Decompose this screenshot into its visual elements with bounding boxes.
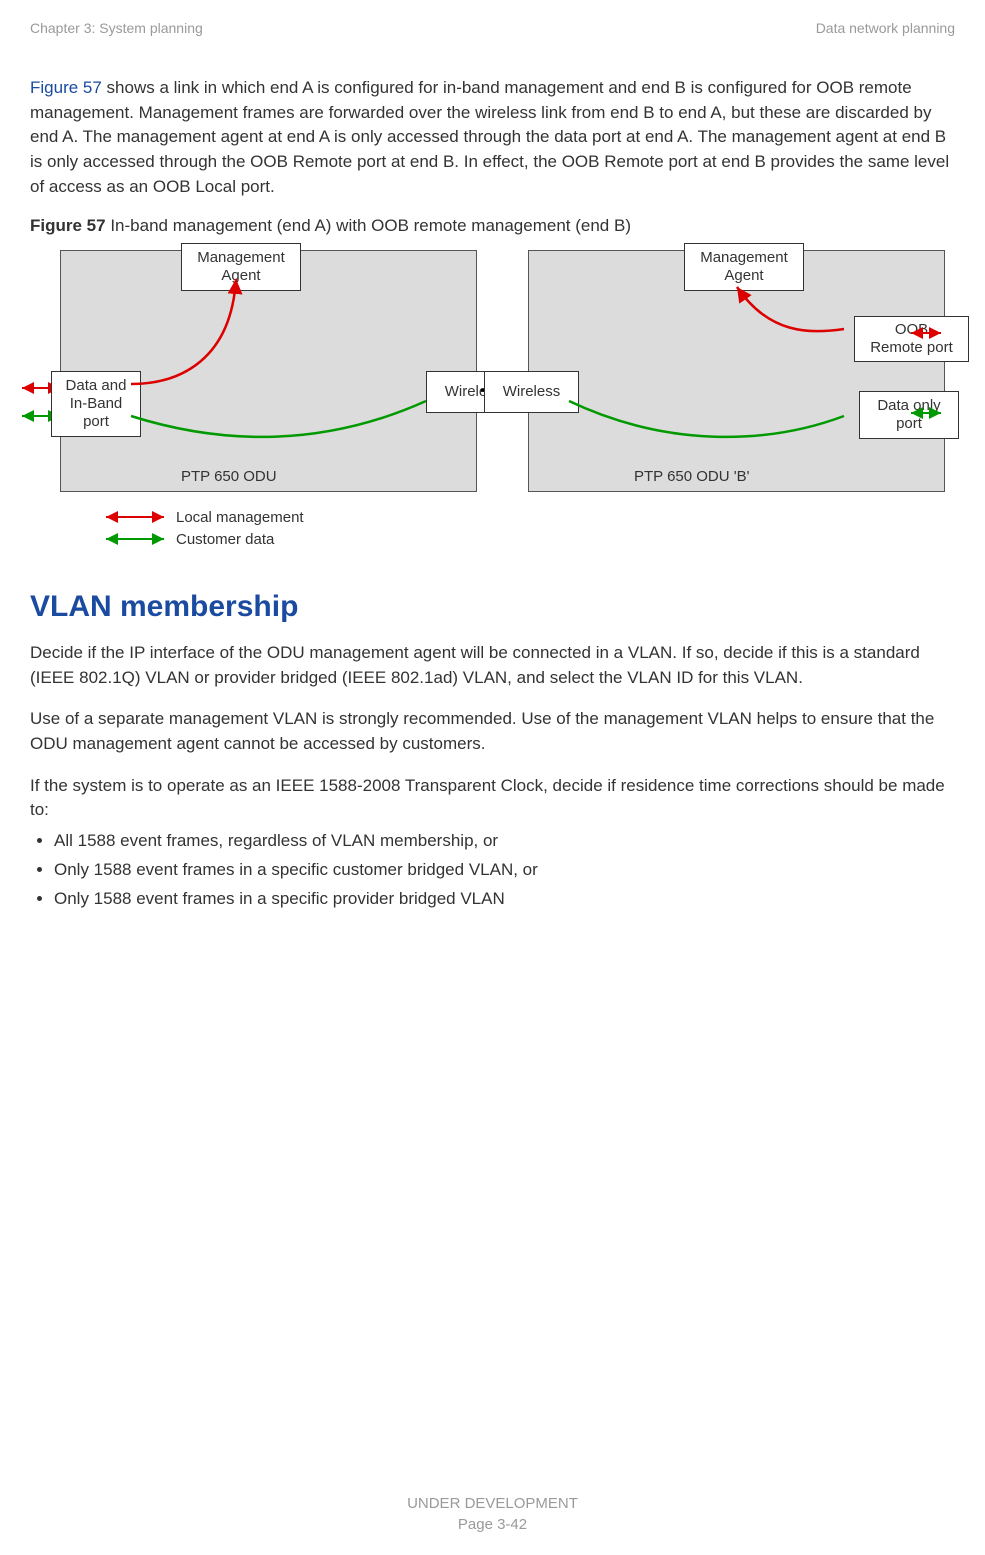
- odu-a-label: PTP 650 ODU: [181, 468, 277, 485]
- diagram-legend: Local management Customer data: [100, 506, 945, 550]
- figure-caption-text: In-band management (end A) with OOB remo…: [106, 216, 631, 235]
- figure-label: Figure 57: [30, 216, 106, 235]
- oob-remote-port-b: OOB Remote port: [854, 316, 969, 362]
- legend-cust-label: Customer data: [176, 531, 274, 548]
- section-p1: Decide if the IP interface of the ODU ma…: [30, 641, 955, 690]
- mgmt-agent-a: Management Agent: [181, 243, 301, 291]
- intro-paragraph: Figure 57 shows a link in which end A is…: [30, 76, 955, 199]
- section-p2: Use of a separate management VLAN is str…: [30, 707, 955, 756]
- green-curve-b: [564, 391, 864, 451]
- footer-line1: UNDER DEVELOPMENT: [0, 1493, 985, 1514]
- odu-b-label: PTP 650 ODU 'B': [634, 468, 750, 485]
- odu-a-box: Management Agent Data and In-Band port W…: [60, 250, 477, 492]
- legend-arrow-green: [100, 531, 170, 547]
- header-right: Data network planning: [816, 20, 955, 36]
- intro-text: shows a link in which end A is configure…: [30, 78, 949, 196]
- legend-local-label: Local management: [176, 509, 304, 526]
- page-header: Chapter 3: System planning Data network …: [30, 20, 955, 36]
- page-footer: UNDER DEVELOPMENT Page 3-42: [0, 1493, 985, 1535]
- green-curve-a: [126, 391, 436, 451]
- data-inband-port-a: Data and In-Band port: [51, 371, 141, 437]
- legend-arrow-red: [100, 509, 170, 525]
- section-p3: If the system is to operate as an IEEE 1…: [30, 774, 955, 823]
- section-title: VLAN membership: [30, 590, 955, 624]
- footer-line2: Page 3-42: [0, 1514, 985, 1535]
- mgmt-agent-b: Management Agent: [684, 243, 804, 291]
- bullet-2: Only 1588 event frames in a specific cus…: [54, 856, 955, 885]
- data-only-port-b: Data only port: [859, 391, 959, 439]
- bullet-1: All 1588 event frames, regardless of VLA…: [54, 827, 955, 856]
- figure-diagram: Management Agent Data and In-Band port W…: [20, 240, 945, 550]
- figure-reference: Figure 57: [30, 78, 102, 97]
- header-left: Chapter 3: System planning: [30, 20, 203, 36]
- wireless-b: Wireless: [484, 371, 579, 413]
- bullet-list: All 1588 event frames, regardless of VLA…: [30, 827, 955, 914]
- bullet-3: Only 1588 event frames in a specific pro…: [54, 885, 955, 914]
- odu-b-box: Wireless Management Agent OOB Remote por…: [528, 250, 945, 492]
- figure-caption: Figure 57 In-band management (end A) wit…: [30, 216, 955, 236]
